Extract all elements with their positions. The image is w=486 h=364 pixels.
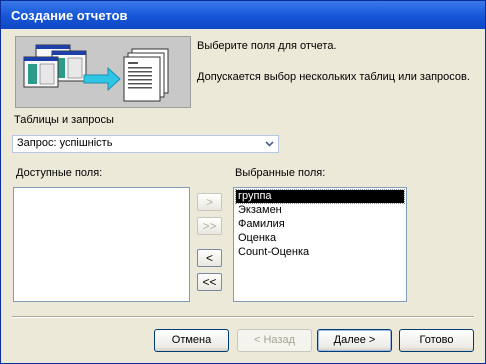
title-bar[interactable]: Создание отчетов: [1, 1, 485, 29]
tables-queries-value: Запрос: успішність: [17, 137, 113, 149]
add-all-fields-button[interactable]: >>: [197, 217, 222, 235]
selected-fields-label: Выбранные поля:: [235, 167, 326, 179]
report-wizard-window: Создание отчетов Выберите поля для отчет…: [0, 0, 486, 364]
cancel-button[interactable]: Отмена: [154, 329, 229, 352]
footer-divider: [12, 316, 474, 318]
add-field-button[interactable]: >: [197, 193, 222, 211]
dialog-body: Выберите поля для отчета. Допускается вы…: [4, 29, 482, 361]
selected-field-item[interactable]: Оценка: [236, 232, 278, 245]
intro-line-2: Допускается выбор нескольких таблиц или …: [197, 71, 470, 83]
tables-queries-select[interactable]: Запрос: успішність: [12, 135, 279, 153]
selected-field-item[interactable]: Фамилия: [236, 218, 287, 231]
tables-queries-label: Таблицы и запросы: [14, 114, 114, 126]
selected-field-item[interactable]: Экзамен: [236, 204, 284, 217]
tables-to-report-icon: [23, 44, 169, 102]
available-fields-label: Доступные поля:: [16, 167, 103, 179]
remove-field-button[interactable]: <: [197, 249, 222, 267]
finish-button[interactable]: Готово: [399, 329, 474, 352]
next-button[interactable]: Далее >: [317, 329, 392, 352]
selected-field-item[interactable]: Count-Оценка: [236, 246, 311, 259]
back-button[interactable]: < Назад: [237, 329, 312, 352]
intro-line-1: Выберите поля для отчета.: [197, 40, 337, 52]
selected-field-item[interactable]: группа: [235, 189, 405, 204]
remove-all-fields-button[interactable]: <<: [197, 273, 222, 291]
available-fields-list[interactable]: [13, 187, 190, 302]
wizard-illustration: [15, 36, 191, 108]
chevron-down-icon[interactable]: [261, 136, 278, 152]
window-title: Создание отчетов: [11, 8, 128, 23]
selected-fields-list[interactable]: группа Экзамен Фамилия Оценка Count-Оценка: [233, 187, 407, 302]
